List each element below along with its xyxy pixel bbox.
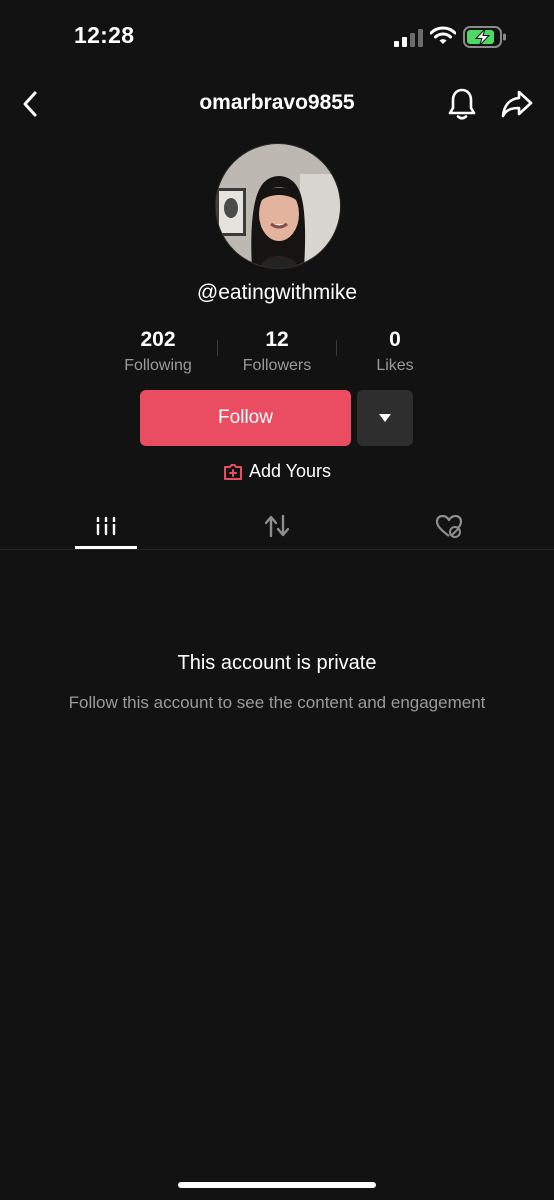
liked-hidden-icon xyxy=(435,514,463,538)
follow-button[interactable]: Follow xyxy=(140,390,351,446)
add-yours-icon xyxy=(223,463,242,480)
tabs-divider xyxy=(0,549,554,550)
battery-charging-icon xyxy=(463,26,506,48)
add-yours-label: Add Yours xyxy=(248,461,332,481)
add-yours-button[interactable]: Add Yours xyxy=(0,461,554,482)
share-arrow-icon xyxy=(501,90,533,118)
private-account-subtitle: Follow this account to see the content a… xyxy=(68,693,486,712)
wifi-icon xyxy=(430,26,456,44)
status-time: 12:28 xyxy=(74,22,135,48)
bell-icon xyxy=(448,88,476,120)
likes-stat[interactable]: 0 Likes xyxy=(340,328,450,375)
followers-label: Followers xyxy=(242,357,312,374)
caret-down-icon xyxy=(379,414,391,422)
home-indicator[interactable] xyxy=(178,1182,376,1188)
followers-count: 12 xyxy=(265,328,289,351)
following-count: 202 xyxy=(140,328,176,351)
likes-count: 0 xyxy=(389,328,401,351)
cellular-signal-icon xyxy=(394,29,423,47)
profile-photo xyxy=(216,144,340,268)
likes-label: Likes xyxy=(376,357,414,374)
profile-handle: @eatingwithmike xyxy=(196,281,358,304)
tab-videos[interactable] xyxy=(75,506,137,546)
private-account-title: This account is private xyxy=(177,652,377,674)
videos-grid-icon xyxy=(96,516,116,536)
stat-divider xyxy=(217,340,218,356)
following-stat[interactable]: 202 Following xyxy=(103,328,213,375)
tab-reposts[interactable] xyxy=(246,506,308,546)
following-label: Following xyxy=(124,357,192,374)
suggested-accounts-button[interactable] xyxy=(357,390,413,446)
notification-button[interactable] xyxy=(444,84,480,124)
repost-icon xyxy=(264,514,290,538)
followers-stat[interactable]: 12 Followers xyxy=(222,328,332,375)
stat-divider xyxy=(336,340,337,356)
tab-liked[interactable] xyxy=(418,506,480,546)
avatar[interactable] xyxy=(215,143,341,269)
share-button[interactable] xyxy=(499,86,535,122)
